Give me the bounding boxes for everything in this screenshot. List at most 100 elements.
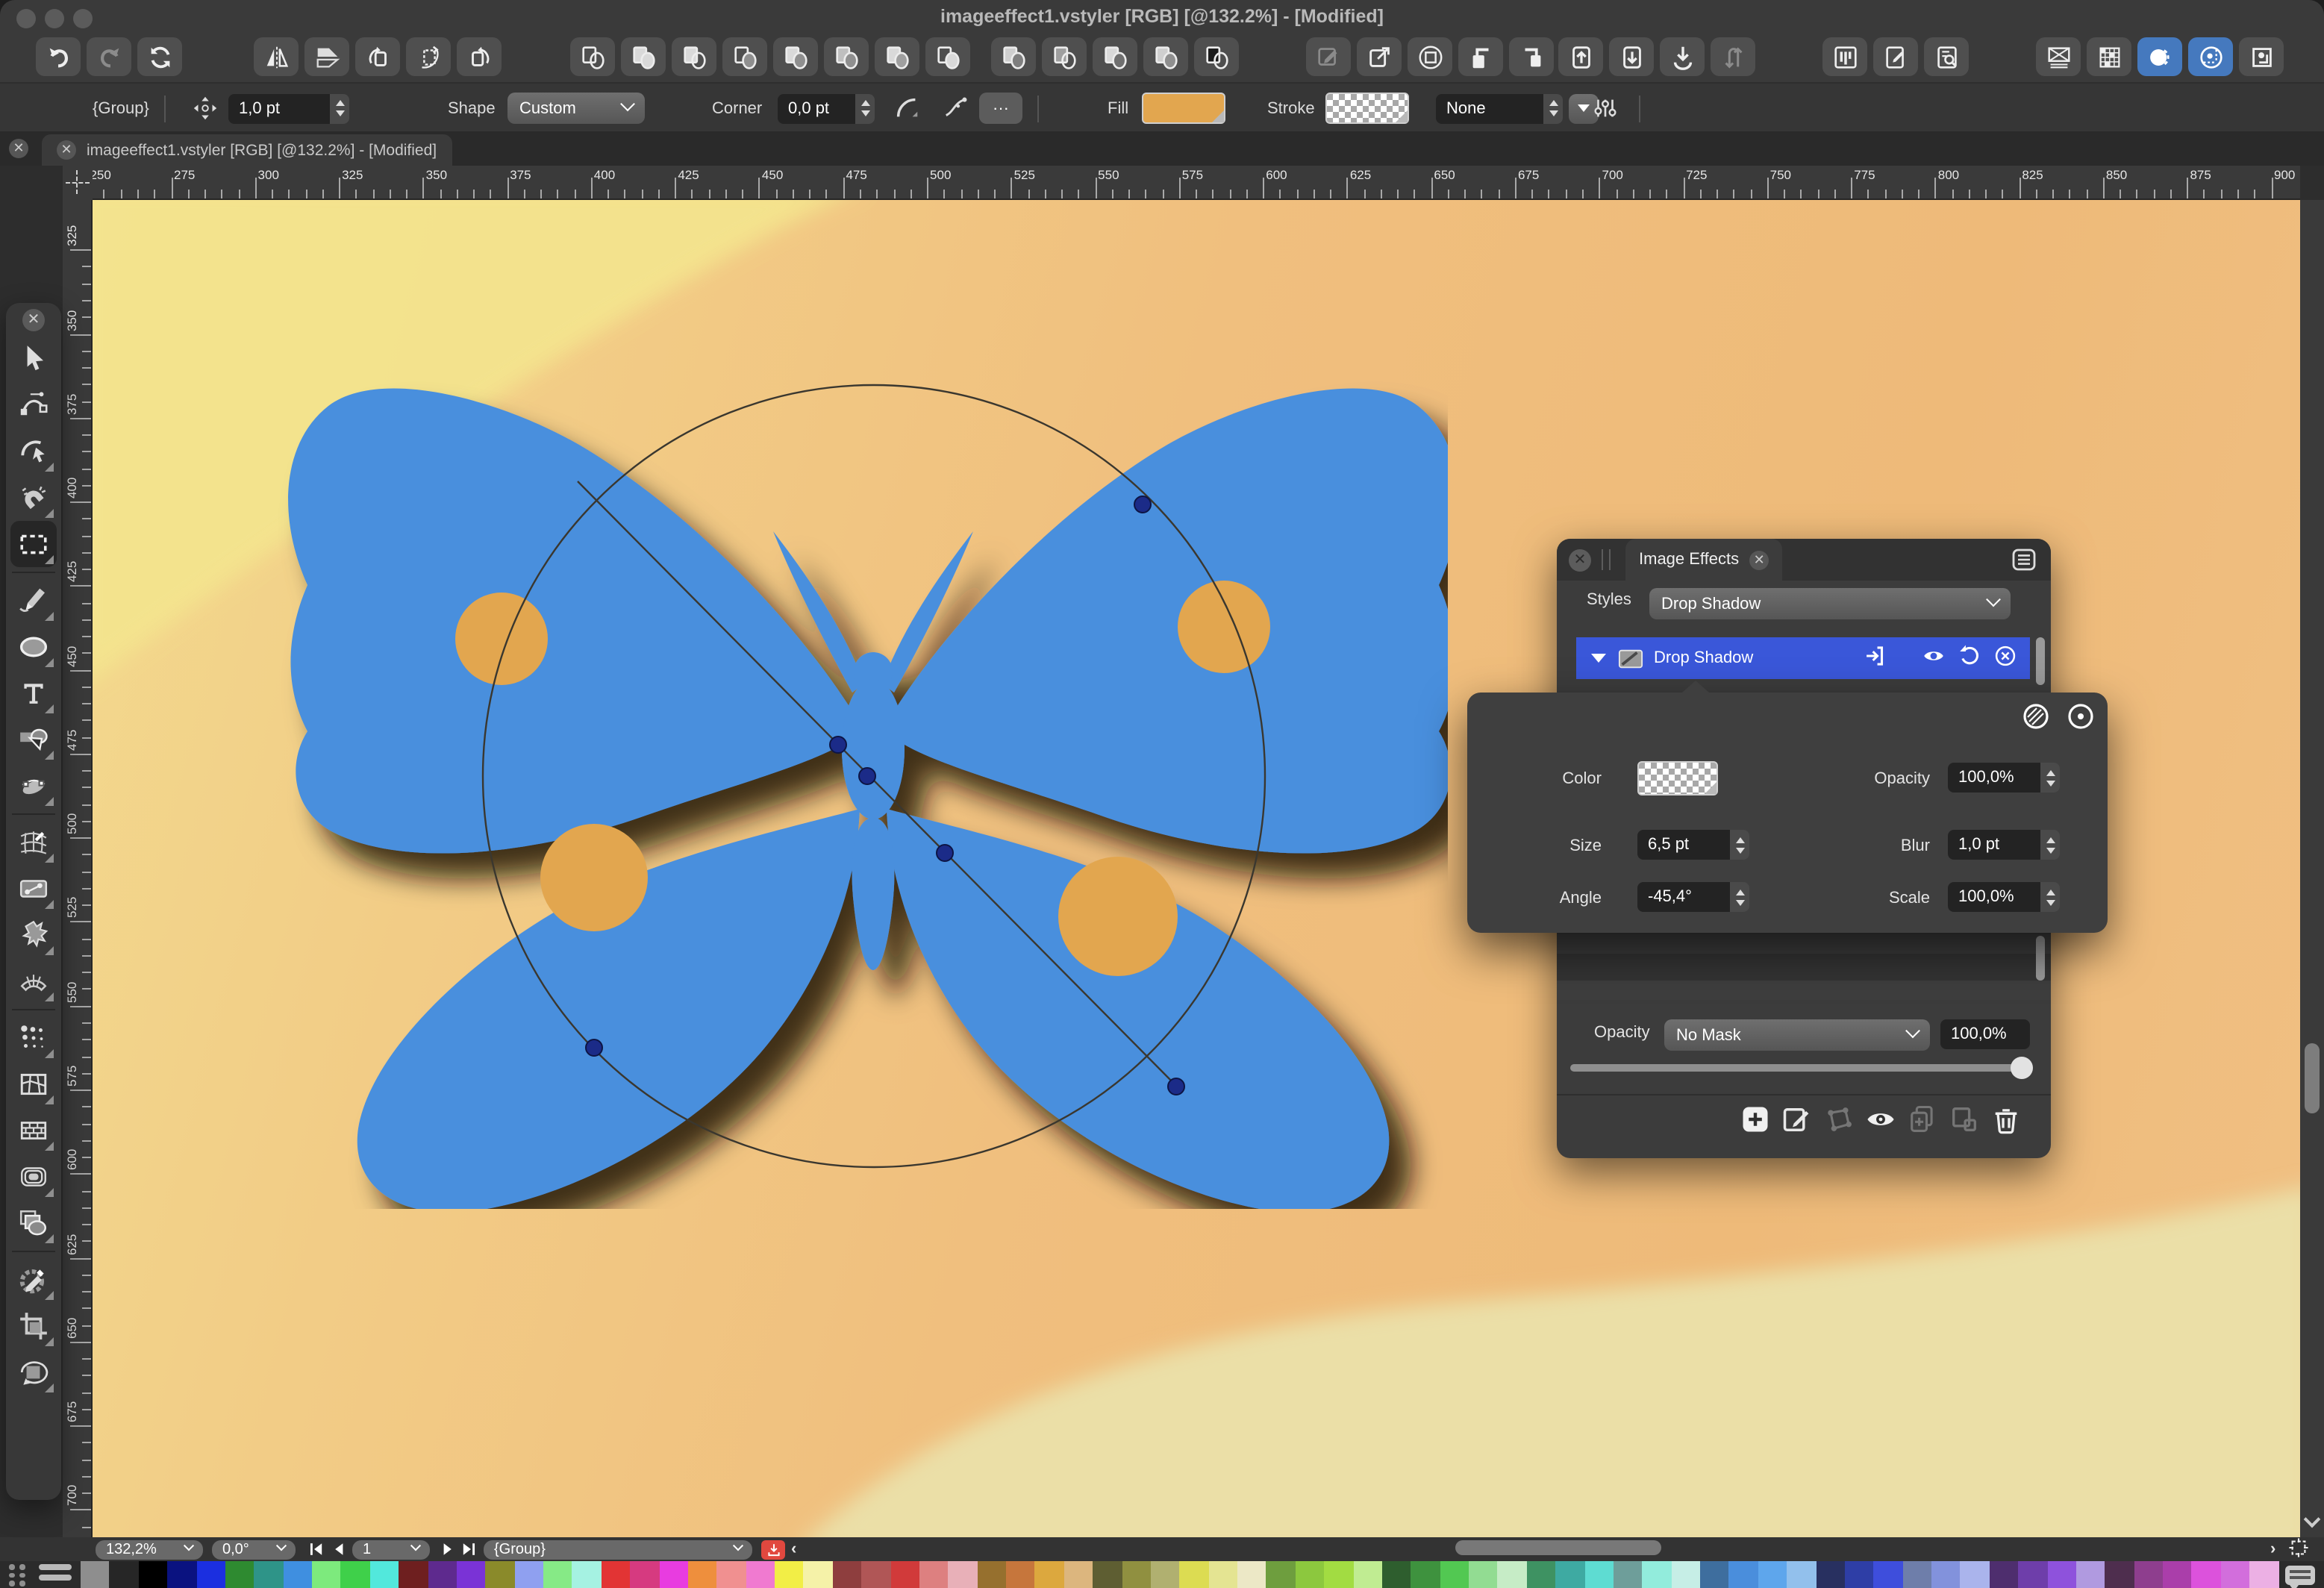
color-swatch[interactable] — [1151, 1561, 1180, 1588]
size-field[interactable]: 6,5 pt — [1637, 830, 1749, 860]
trim-shapes-button[interactable] — [875, 37, 919, 76]
collapse-right-icon[interactable]: › — [2270, 1540, 2275, 1558]
flip-horizontal-button[interactable] — [254, 37, 299, 76]
page-number-dropdown[interactable]: 1 — [352, 1540, 430, 1558]
opacity-field[interactable]: 100,0% — [1948, 763, 2060, 793]
color-swatch[interactable] — [399, 1561, 428, 1588]
color-picker-tool[interactable] — [10, 1257, 57, 1303]
color-swatch[interactable] — [1961, 1561, 1990, 1588]
add-effect-button[interactable] — [1739, 1103, 1772, 1136]
move-up-button[interactable] — [1558, 37, 1603, 76]
color-swatch[interactable] — [1064, 1561, 1093, 1588]
panel-edit-button[interactable] — [1873, 37, 1918, 76]
marquee-select-tool[interactable] — [10, 521, 57, 567]
symbol-tool[interactable] — [10, 1200, 57, 1246]
color-swatch[interactable] — [1902, 1561, 1931, 1588]
rotate-object-button[interactable] — [355, 37, 400, 76]
target-dropdown[interactable]: {Group} — [484, 1540, 752, 1558]
color-swatch[interactable] — [110, 1561, 139, 1588]
arc-select-tool[interactable] — [10, 428, 57, 475]
control-point[interactable] — [859, 768, 875, 784]
color-swatch[interactable] — [1006, 1561, 1035, 1588]
corner-stepper[interactable] — [855, 93, 875, 123]
move-to-bottom-button[interactable] — [1660, 37, 1705, 76]
halftone-tool[interactable] — [10, 1015, 57, 1061]
color-swatch[interactable] — [2018, 1561, 2047, 1588]
sync-document-button[interactable] — [137, 37, 182, 76]
artboard-icon[interactable] — [2288, 1539, 2309, 1557]
color-swatch[interactable] — [1671, 1561, 1700, 1588]
color-swatch[interactable] — [1237, 1561, 1266, 1588]
panel-inspect-button[interactable] — [1924, 37, 1969, 76]
color-swatch[interactable] — [283, 1561, 312, 1588]
color-swatch[interactable] — [254, 1561, 284, 1588]
color-swatch[interactable] — [1787, 1561, 1816, 1588]
color-swatch[interactable] — [833, 1561, 862, 1588]
text-tool[interactable] — [10, 670, 57, 716]
opacity-slider-knob[interactable] — [2011, 1057, 2033, 1079]
panel-grip[interactable] — [1602, 549, 1611, 570]
color-swatch[interactable] — [890, 1561, 919, 1588]
color-swatch[interactable] — [1093, 1561, 1122, 1588]
color-swatch[interactable] — [977, 1561, 1006, 1588]
stroke-width-field[interactable]: 1,0 pt — [228, 84, 349, 133]
export-selection-button[interactable] — [761, 1540, 785, 1558]
color-swatch[interactable] — [81, 1561, 110, 1588]
mask-opacity-field[interactable]: 100,0% — [1940, 1019, 2030, 1049]
color-swatch[interactable] — [1527, 1561, 1556, 1588]
stroke-style-dropdown[interactable]: None — [1436, 84, 1599, 133]
palette-drag-handle[interactable] — [9, 1564, 30, 1585]
color-swatch[interactable] — [746, 1561, 775, 1588]
pixel-grid-button[interactable] — [2087, 37, 2131, 76]
color-swatch[interactable] — [1382, 1561, 1411, 1588]
color-swatch[interactable] — [919, 1561, 949, 1588]
color-swatch[interactable] — [428, 1561, 457, 1588]
unite-shapes-button[interactable] — [621, 37, 666, 76]
color-swatch[interactable] — [1614, 1561, 1643, 1588]
color-swatch[interactable] — [2249, 1561, 2278, 1588]
delete-effect-button[interactable] — [1990, 1103, 2022, 1136]
scroll-down-icon[interactable] — [2304, 1511, 2321, 1528]
pressure-profile-icon[interactable] — [942, 84, 970, 133]
color-swatch[interactable] — [1469, 1561, 1498, 1588]
point-mode-icon[interactable] — [2066, 701, 2096, 731]
free-transform-tool[interactable] — [10, 1349, 57, 1395]
stroke-swatch[interactable] — [1325, 84, 1409, 133]
toggle-effect-visibility-button[interactable] — [1864, 1103, 1897, 1136]
color-swatch[interactable] — [1584, 1561, 1614, 1588]
gradient-tool[interactable] — [10, 866, 57, 912]
intersect-shapes-button[interactable] — [722, 37, 767, 76]
crop-shapes-button[interactable] — [1143, 37, 1188, 76]
panel-columns-button[interactable] — [1822, 37, 1867, 76]
stroke-width-stepper[interactable] — [330, 93, 349, 123]
vertical-ruler[interactable]: 3253503754004254504755005255505756006256… — [63, 200, 93, 1537]
color-swatch[interactable] — [1353, 1561, 1382, 1588]
color-swatch[interactable] — [659, 1561, 688, 1588]
pencil-tool[interactable] — [10, 578, 57, 624]
color-swatch[interactable] — [2047, 1561, 2076, 1588]
bring-forward-button[interactable] — [1458, 37, 1503, 76]
color-swatch[interactable] — [1498, 1561, 1527, 1588]
color-swatch[interactable] — [225, 1561, 254, 1588]
color-swatch[interactable] — [543, 1561, 572, 1588]
palette-list-icon[interactable] — [39, 1564, 72, 1585]
tab-image-effects[interactable]: Image Effects ✕ — [1625, 539, 1782, 581]
perspective-warp-tool[interactable] — [10, 958, 57, 1004]
edit-shape-button[interactable] — [1306, 37, 1351, 76]
horizontal-ruler[interactable]: 2502753003253503754004254504755005255505… — [93, 166, 2300, 200]
color-swatch[interactable] — [1643, 1561, 1672, 1588]
color-swatch[interactable] — [1296, 1561, 1325, 1588]
apply-effect-icon[interactable] — [1863, 643, 1888, 673]
corner-field[interactable]: 0,0 pt — [778, 84, 875, 133]
mask-dropdown[interactable]: No Mask — [1664, 1019, 1930, 1051]
invert-shapes-button[interactable] — [1194, 37, 1239, 76]
rotate-right-button[interactable] — [457, 37, 502, 76]
vignette-tool[interactable] — [10, 1154, 57, 1200]
more-options-button[interactable]: ··· — [979, 84, 1022, 133]
color-swatch[interactable] — [457, 1561, 486, 1588]
color-swatch[interactable] — [486, 1561, 515, 1588]
styles-dropdown[interactable]: Drop Shadow — [1649, 588, 2011, 619]
angle-field[interactable]: -45,4° — [1637, 882, 1749, 912]
expand-effect-icon[interactable] — [1591, 654, 1606, 663]
last-page-button[interactable] — [460, 1540, 478, 1558]
